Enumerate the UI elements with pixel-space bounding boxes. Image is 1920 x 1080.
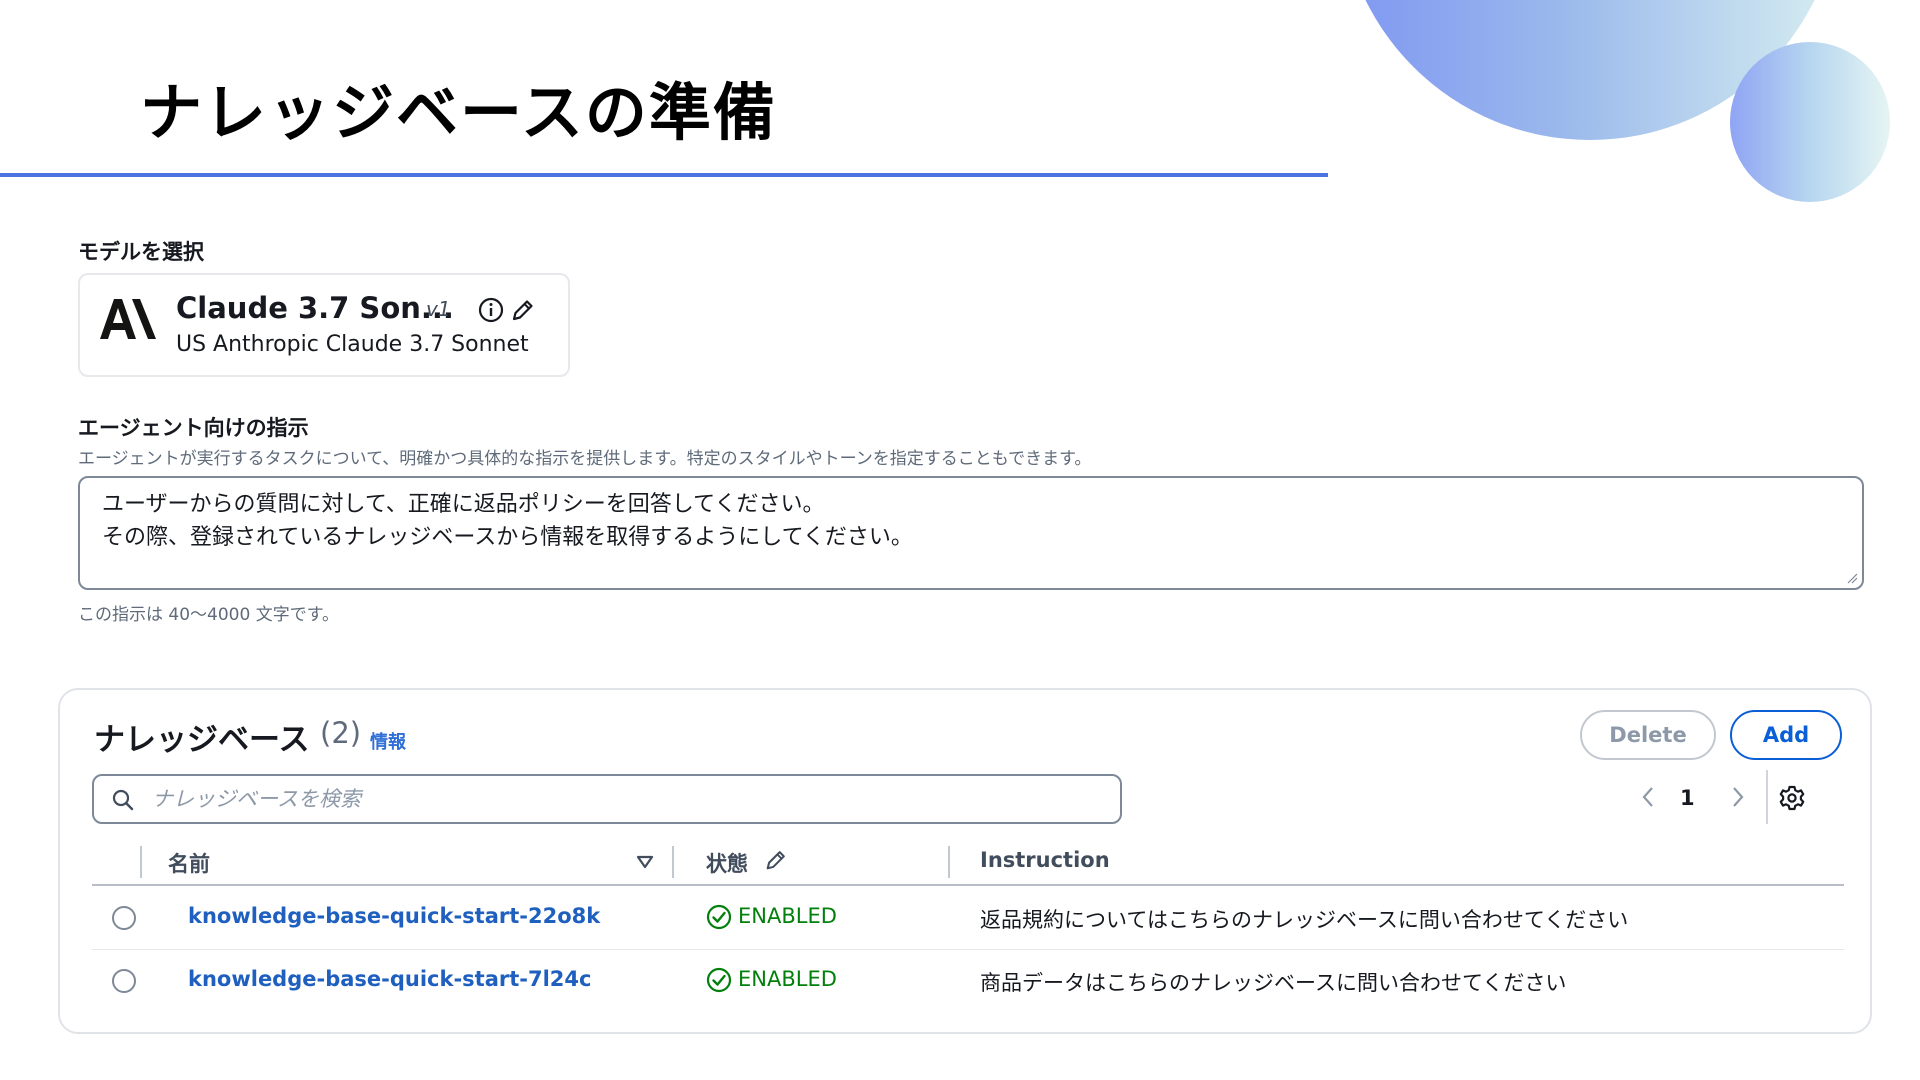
- status-badge: ENABLED: [738, 904, 837, 928]
- resize-handle-icon[interactable]: [1846, 572, 1858, 584]
- column-header-name[interactable]: 名前: [168, 848, 210, 878]
- decorative-circle-small: [1730, 42, 1890, 202]
- column-separator: [672, 846, 674, 878]
- column-separator: [140, 846, 142, 878]
- edit-pencil-icon[interactable]: [764, 848, 788, 872]
- edit-pencil-icon[interactable]: [510, 297, 536, 323]
- knowledge-base-title: ナレッジベース: [94, 722, 310, 758]
- table-row[interactable]: knowledge-base-quick-start-7l24c ENABLED…: [92, 951, 1844, 1013]
- model-name: Claude 3.7 Son...: [176, 291, 454, 325]
- column-header-instruction[interactable]: Instruction: [980, 848, 1110, 872]
- instruction-cell: 商品データはこちらのナレッジベースに問い合わせてください: [980, 971, 1567, 995]
- chevron-left-icon[interactable]: [1638, 784, 1658, 810]
- pagination-divider: [1766, 770, 1768, 824]
- gear-icon[interactable]: [1778, 784, 1806, 812]
- knowledge-base-panel: ナレッジベース (2) 情報 Delete Add 1 名前 状態: [58, 688, 1872, 1034]
- slide-title: ナレッジベースの準備: [140, 76, 777, 149]
- knowledge-base-link[interactable]: knowledge-base-quick-start-7l24c: [188, 967, 591, 991]
- instruction-cell: 返品規約についてはこちらのナレッジベースに問い合わせてください: [980, 908, 1629, 932]
- status-badge: ENABLED: [738, 967, 837, 991]
- check-circle-icon: [706, 967, 732, 993]
- chevron-right-icon[interactable]: [1728, 784, 1748, 810]
- add-button[interactable]: Add: [1730, 710, 1842, 760]
- instructions-label: エージェント向けの指示: [78, 416, 309, 440]
- table-header: 名前 状態 Instruction: [92, 840, 1844, 886]
- instructions-textarea[interactable]: ユーザーからの質問に対して、正確に返品ポリシーを回答してください。 その際、登録…: [78, 476, 1864, 590]
- knowledge-base-link[interactable]: knowledge-base-quick-start-22o8k: [188, 904, 600, 928]
- row-select-radio[interactable]: [112, 906, 136, 930]
- table-row[interactable]: knowledge-base-quick-start-22o8k ENABLED…: [92, 888, 1844, 950]
- page-number[interactable]: 1: [1680, 786, 1695, 810]
- knowledge-base-count: (2): [320, 716, 362, 750]
- instructions-hint: この指示は 40〜4000 文字です。: [78, 605, 340, 625]
- info-link[interactable]: 情報: [370, 728, 406, 754]
- search-input[interactable]: [152, 784, 1102, 814]
- instructions-line: その際、登録されているナレッジベースから情報を取得するようにしてください。: [102, 525, 913, 550]
- info-icon[interactable]: [478, 297, 504, 323]
- column-header-status[interactable]: 状態: [706, 848, 748, 878]
- model-version: v1: [426, 297, 451, 321]
- instructions-description: エージェントが実行するタスクについて、明確かつ具体的な指示を提供します。特定のス…: [78, 449, 1092, 469]
- model-card[interactable]: Claude 3.7 Son... v1 US Anthropic Claude…: [78, 273, 570, 377]
- search-icon: [112, 789, 134, 811]
- sort-down-icon[interactable]: [636, 854, 654, 870]
- delete-button[interactable]: Delete: [1580, 710, 1716, 760]
- model-section-label: モデルを選択: [78, 240, 204, 264]
- check-circle-icon: [706, 904, 732, 930]
- row-select-radio[interactable]: [112, 969, 136, 993]
- instructions-line: ユーザーからの質問に対して、正確に返品ポリシーを回答してください。: [102, 492, 825, 517]
- column-separator: [948, 846, 950, 878]
- title-underline: [0, 173, 1328, 177]
- anthropic-logo: [100, 299, 156, 339]
- model-subtitle: US Anthropic Claude 3.7 Sonnet: [176, 332, 529, 357]
- search-box: [92, 774, 1122, 824]
